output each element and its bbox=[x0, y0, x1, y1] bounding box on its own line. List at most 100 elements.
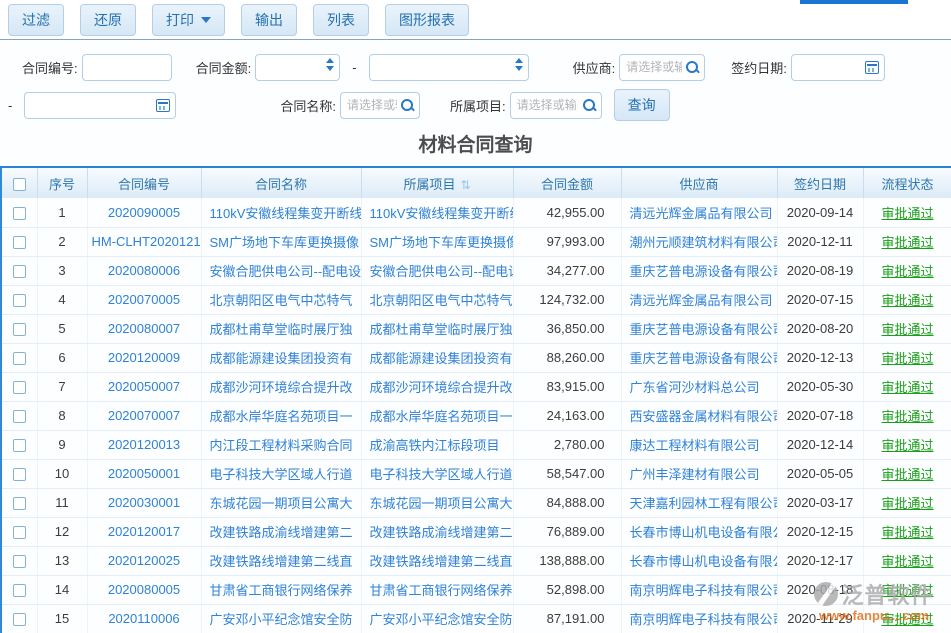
row-checkbox[interactable] bbox=[13, 381, 26, 394]
status-link[interactable]: 审批通过 bbox=[863, 430, 951, 459]
project-link[interactable]: 安徽合肥供电公司--配电设 bbox=[361, 256, 513, 285]
supplier-link[interactable]: 天津嘉利园林工程有限公司 bbox=[621, 488, 777, 517]
project-link[interactable]: 成都能源建设集团投资有 bbox=[361, 343, 513, 372]
project-link[interactable]: 成都杜甫草堂临时展厅独 bbox=[361, 314, 513, 343]
row-checkbox[interactable] bbox=[13, 439, 26, 452]
project-link[interactable]: 成都沙河环境综合提升改 bbox=[361, 372, 513, 401]
contract-no-link[interactable]: 2020050001 bbox=[87, 459, 201, 488]
contract-name-link[interactable]: 改建铁路成渝线增建第二 bbox=[201, 517, 361, 546]
restore-button[interactable]: 还原 bbox=[80, 4, 136, 36]
contract-name-link[interactable]: 110kV安徽线程集变开断线 bbox=[201, 198, 361, 227]
status-link[interactable]: 审批通过 bbox=[863, 285, 951, 314]
row-checkbox[interactable] bbox=[13, 323, 26, 336]
row-checkbox[interactable] bbox=[13, 526, 26, 539]
status-link[interactable]: 审批通过 bbox=[863, 256, 951, 285]
print-button[interactable]: 打印 bbox=[152, 4, 225, 36]
status-link[interactable]: 审批通过 bbox=[863, 517, 951, 546]
row-checkbox[interactable] bbox=[13, 294, 26, 307]
project-link[interactable]: 改建铁路成渝线增建第二 bbox=[361, 517, 513, 546]
calendar-icon[interactable] bbox=[156, 99, 170, 112]
contract-name-link[interactable]: 电子科技大学区域人行道 bbox=[201, 459, 361, 488]
project-link[interactable]: 北京朝阳区电气中芯特气 bbox=[361, 285, 513, 314]
contract-no-link[interactable]: 2020120025 bbox=[87, 546, 201, 575]
supplier-link[interactable]: 南京明辉电子科技有限公司 bbox=[621, 575, 777, 604]
calendar-icon[interactable] bbox=[865, 61, 879, 74]
status-link[interactable]: 审批通过 bbox=[863, 314, 951, 343]
filter-button[interactable]: 过滤 bbox=[8, 4, 64, 36]
project-link[interactable]: 成渝高铁内江标段项目 bbox=[361, 430, 513, 459]
sort-icon[interactable]: ⇅ bbox=[460, 178, 470, 192]
project-link[interactable]: SM广场地下车库更换摄像 bbox=[361, 227, 513, 256]
supplier-link[interactable]: 西安盛器金属材料有限公司 bbox=[621, 401, 777, 430]
export-button[interactable]: 输出 bbox=[241, 4, 297, 36]
contract-name-link[interactable]: SM广场地下车库更换摄像 bbox=[201, 227, 361, 256]
list-view-button[interactable]: 列表 bbox=[313, 4, 369, 36]
supplier-link[interactable]: 清远光辉金属品有限公司 bbox=[621, 198, 777, 227]
contract-name-link[interactable]: 安徽合肥供电公司--配电设 bbox=[201, 256, 361, 285]
supplier-link[interactable]: 广州丰泽建材有限公司 bbox=[621, 459, 777, 488]
status-link[interactable]: 审批通过 bbox=[863, 575, 951, 604]
contract-no-link[interactable]: 2020070007 bbox=[87, 401, 201, 430]
project-link[interactable]: 东城花园一期项目公寓大 bbox=[361, 488, 513, 517]
contract-no-link[interactable]: 2020120009 bbox=[87, 343, 201, 372]
search-icon[interactable] bbox=[582, 98, 597, 113]
query-button[interactable]: 查询 bbox=[614, 89, 670, 121]
chart-report-button[interactable]: 图形报表 bbox=[385, 4, 469, 36]
status-link[interactable]: 审批通过 bbox=[863, 372, 951, 401]
sign-date-end-input[interactable] bbox=[24, 92, 176, 119]
header-project[interactable]: 所属项目⇅ bbox=[361, 167, 513, 198]
row-checkbox[interactable] bbox=[13, 468, 26, 481]
status-link[interactable]: 审批通过 bbox=[863, 343, 951, 372]
contract-no-input[interactable] bbox=[82, 54, 172, 81]
status-link[interactable]: 审批通过 bbox=[863, 459, 951, 488]
number-stepper-icon[interactable] bbox=[515, 58, 523, 71]
row-checkbox[interactable] bbox=[13, 236, 26, 249]
contract-name-link[interactable]: 成都沙河环境综合提升改 bbox=[201, 372, 361, 401]
contract-no-link[interactable]: 2020050007 bbox=[87, 372, 201, 401]
contract-no-link[interactable]: 2020110006 bbox=[87, 604, 201, 633]
header-amount[interactable]: 合同金额 bbox=[513, 167, 621, 198]
status-link[interactable]: 审批通过 bbox=[863, 546, 951, 575]
number-stepper-icon[interactable] bbox=[326, 58, 334, 71]
row-checkbox[interactable] bbox=[13, 613, 26, 626]
row-checkbox[interactable] bbox=[13, 207, 26, 220]
status-link[interactable]: 审批通过 bbox=[863, 401, 951, 430]
row-checkbox[interactable] bbox=[13, 497, 26, 510]
contract-no-link[interactable]: 2020070005 bbox=[87, 285, 201, 314]
supplier-link[interactable]: 康达工程材料有限公司 bbox=[621, 430, 777, 459]
header-status[interactable]: 流程状态 bbox=[863, 167, 951, 198]
header-contract-no[interactable]: 合同编号 bbox=[87, 167, 201, 198]
contract-name-link[interactable]: 成都杜甫草堂临时展厅独 bbox=[201, 314, 361, 343]
supplier-link[interactable]: 南京明辉电子科技有限公司 bbox=[621, 604, 777, 633]
supplier-link[interactable]: 重庆艺普电源设备有限公司 bbox=[621, 343, 777, 372]
supplier-link[interactable]: 广东省河沙材料总公司 bbox=[621, 372, 777, 401]
select-all-checkbox[interactable] bbox=[13, 178, 26, 191]
contract-name-link[interactable]: 东城花园一期项目公寓大 bbox=[201, 488, 361, 517]
row-checkbox[interactable] bbox=[13, 265, 26, 278]
contract-name-link[interactable]: 广安邓小平纪念馆安全防 bbox=[201, 604, 361, 633]
row-checkbox[interactable] bbox=[13, 555, 26, 568]
row-checkbox[interactable] bbox=[13, 410, 26, 423]
project-link[interactable]: 广安邓小平纪念馆安全防 bbox=[361, 604, 513, 633]
contract-no-link[interactable]: 2020090005 bbox=[87, 198, 201, 227]
header-seq[interactable]: 序号 bbox=[37, 167, 87, 198]
status-link[interactable]: 审批通过 bbox=[863, 198, 951, 227]
contract-no-link[interactable]: 2020120013 bbox=[87, 430, 201, 459]
contract-no-link[interactable]: 2020080006 bbox=[87, 256, 201, 285]
status-link[interactable]: 审批通过 bbox=[863, 227, 951, 256]
contract-name-link[interactable]: 北京朝阳区电气中芯特气 bbox=[201, 285, 361, 314]
project-link[interactable]: 改建铁路线增建第二线直 bbox=[361, 546, 513, 575]
supplier-link[interactable]: 重庆艺普电源设备有限公司 bbox=[621, 314, 777, 343]
contract-name-link[interactable]: 改建铁路线增建第二线直 bbox=[201, 546, 361, 575]
search-icon[interactable] bbox=[685, 60, 700, 75]
project-link[interactable]: 110kV安徽线程集变开断线 bbox=[361, 198, 513, 227]
amount-max-input[interactable] bbox=[369, 54, 529, 81]
contract-name-link[interactable]: 成都水岸华庭名苑项目一 bbox=[201, 401, 361, 430]
supplier-link[interactable]: 清远光辉金属品有限公司 bbox=[621, 285, 777, 314]
contract-no-link[interactable]: HM-CLHT2020121 bbox=[87, 227, 201, 256]
contract-no-link[interactable]: 2020120017 bbox=[87, 517, 201, 546]
contract-name-link[interactable]: 内江段工程材料采购合同 bbox=[201, 430, 361, 459]
supplier-link[interactable]: 重庆艺普电源设备有限公司 bbox=[621, 256, 777, 285]
status-link[interactable]: 审批通过 bbox=[863, 488, 951, 517]
project-link[interactable]: 成都水岸华庭名苑项目一 bbox=[361, 401, 513, 430]
